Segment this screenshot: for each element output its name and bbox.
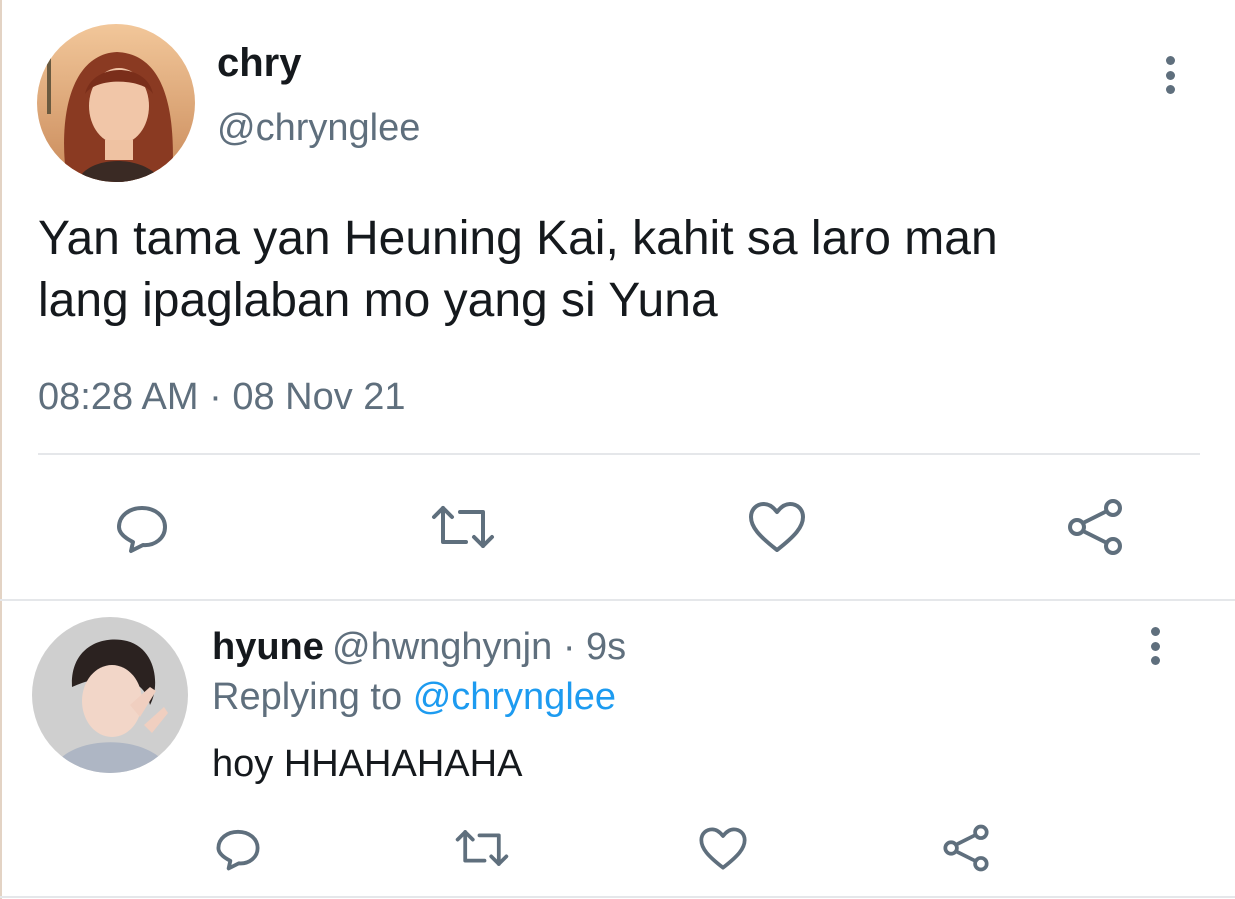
replying-to-handle-link[interactable]: @chrynglee	[413, 676, 616, 718]
reply-retweet-button[interactable]	[452, 820, 512, 876]
retweet-icon	[432, 506, 494, 548]
like-icon	[699, 826, 747, 870]
reply-icon	[216, 829, 260, 871]
main-like-button[interactable]	[743, 495, 811, 559]
reply-author-name[interactable]: hyune	[212, 625, 324, 669]
reply-author-handle[interactable]: @hwnghynjn · 9s	[332, 625, 626, 669]
reply-author-avatar[interactable]	[32, 617, 188, 773]
main-tweet-text-line-1: Yan tama yan Heuning Kai, kahit sa laro …	[38, 212, 998, 265]
main-tweet-text-line-2: lang ipaglaban mo yang si Yuna	[38, 274, 718, 327]
reply-text: hoy HHAHAHAHA	[212, 743, 523, 785]
main-tweet-timestamp: 08:28 AM · 08 Nov 21	[38, 376, 406, 418]
reply-share-button[interactable]	[938, 820, 994, 876]
share-icon	[943, 824, 989, 872]
main-author-handle[interactable]: @chrynglee	[217, 106, 420, 150]
main-author-name[interactable]: chry	[217, 40, 302, 86]
main-tweet-divider	[38, 453, 1200, 455]
main-more-options-icon[interactable]	[1160, 56, 1180, 94]
main-author-avatar[interactable]	[37, 24, 195, 182]
thread-divider	[0, 599, 1235, 601]
bottom-divider	[0, 896, 1235, 898]
like-icon	[749, 502, 805, 552]
reply-reply-button[interactable]	[210, 820, 266, 876]
replying-to-line: Replying to @chrynglee	[212, 675, 616, 719]
reply-icon	[117, 506, 167, 553]
window-left-edge	[0, 0, 2, 899]
retweet-icon	[455, 830, 509, 866]
reply-more-options-icon[interactable]	[1145, 627, 1165, 665]
main-retweet-button[interactable]	[427, 495, 499, 559]
replying-to-label: Replying to	[212, 676, 403, 718]
main-share-button[interactable]	[1062, 495, 1128, 559]
main-reply-button[interactable]	[110, 495, 174, 559]
reply-like-button[interactable]	[694, 820, 752, 876]
share-icon	[1068, 499, 1122, 555]
